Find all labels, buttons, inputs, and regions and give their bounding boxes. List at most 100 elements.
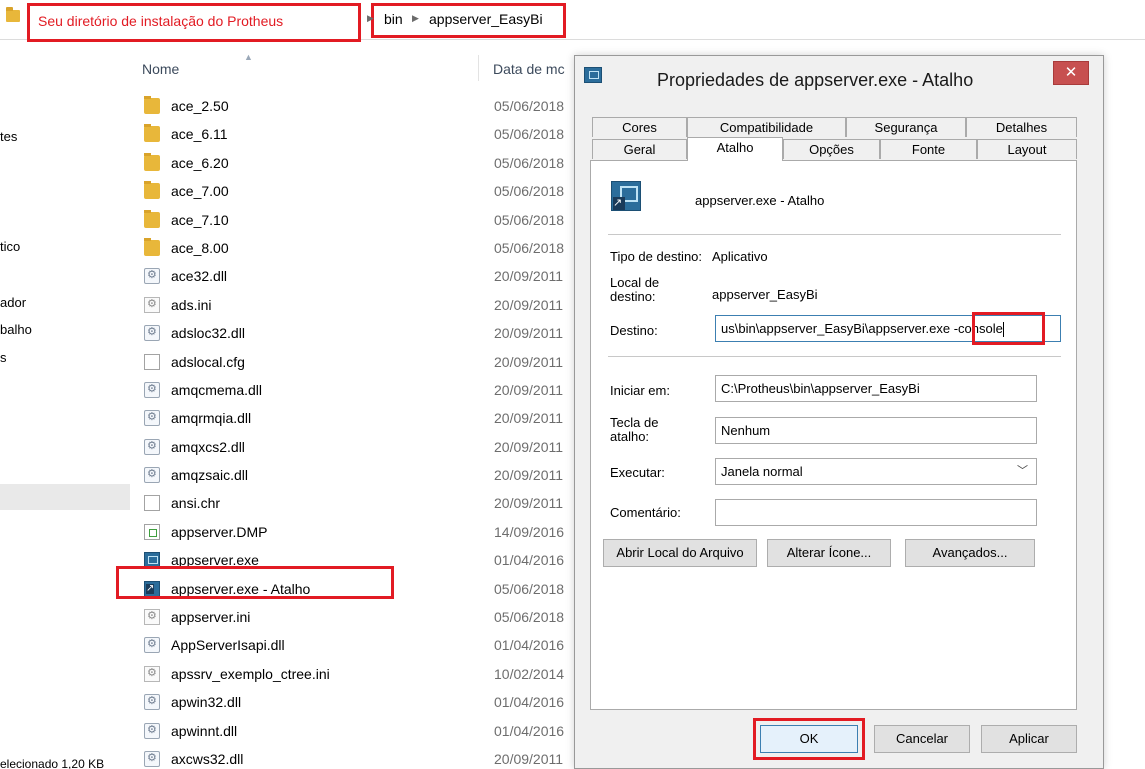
tab-seguranca[interactable]: Segurança [846, 117, 966, 137]
file-name[interactable]: adslocal.cfg [171, 354, 245, 370]
comment-field[interactable] [715, 499, 1037, 526]
dll-icon [144, 438, 160, 455]
file-name[interactable]: ace_2.50 [171, 98, 229, 114]
file-row[interactable]: AppServerIsapi.dll 01/04/2016 [116, 631, 576, 659]
file-row[interactable]: ansi.chr 20/09/2011 [116, 489, 576, 517]
change-icon-button[interactable]: Alterar Ícone... [767, 539, 891, 567]
file-row[interactable]: apwin32.dll 01/04/2016 [116, 688, 576, 716]
file-name[interactable]: apwin32.dll [171, 694, 241, 710]
tab-compatibilidade[interactable]: Compatibilidade [687, 117, 846, 137]
advanced-button[interactable]: Avançados... [905, 539, 1035, 567]
breadcrumb-root[interactable]: Seu diretório de instalação do Protheus [38, 13, 283, 29]
shortcut-name: appserver.exe - Atalho [695, 193, 825, 208]
tab-atalho[interactable]: Atalho [687, 137, 783, 161]
file-row[interactable]: amqcmema.dll 20/09/2011 [116, 376, 576, 404]
file-row[interactable]: ace32.dll 20/09/2011 [116, 262, 576, 290]
tab-cores[interactable]: Cores [592, 117, 687, 137]
file-row[interactable]: appserver.DMP 14/09/2016 [116, 518, 576, 546]
file-name[interactable]: ace_6.20 [171, 155, 229, 171]
file-name[interactable]: adsloc32.dll [171, 325, 245, 341]
file-name[interactable]: amqzsaic.dll [171, 467, 248, 483]
run-select[interactable]: Janela normal ﹀ [715, 458, 1037, 485]
ini-icon [144, 609, 160, 626]
tab-geral[interactable]: Geral [592, 139, 687, 159]
dll-icon [144, 722, 160, 739]
file-name[interactable]: ansi.chr [171, 495, 220, 511]
properties-dialog: Propriedades de appserver.exe - Atalho ✕… [574, 55, 1104, 769]
file-name[interactable]: ace_7.10 [171, 212, 229, 228]
folder-icon [144, 181, 160, 200]
file-name[interactable]: amqcmema.dll [171, 382, 262, 398]
tab-detalhes[interactable]: Detalhes [966, 117, 1077, 137]
file-row[interactable]: ace_2.50 05/06/2018 [116, 92, 576, 120]
file-name[interactable]: apwinnt.dll [171, 723, 237, 739]
dll-icon [144, 325, 160, 342]
file-row[interactable]: appserver.ini 05/06/2018 [116, 603, 576, 631]
file-row[interactable]: ace_7.00 05/06/2018 [116, 177, 576, 205]
file-name[interactable]: ace_6.11 [171, 126, 228, 142]
nav-item[interactable]: balho [0, 322, 32, 337]
shortcut-app-icon [611, 181, 641, 211]
tab-fonte[interactable]: Fonte [880, 139, 977, 159]
target-location-value: appserver_EasyBi [712, 287, 818, 302]
file-row[interactable]: amqrmqia.dll 20/09/2011 [116, 404, 576, 432]
shortcut-app-icon [584, 67, 602, 83]
file-name[interactable]: ace_8.00 [171, 240, 229, 256]
file-date: 01/04/2016 [494, 552, 565, 569]
nav-item[interactable]: ador [0, 295, 26, 310]
start-in-field[interactable]: C:\Protheus\bin\appserver_EasyBi [715, 375, 1037, 402]
column-header-date[interactable]: Data de mc [493, 61, 565, 77]
file-row[interactable]: ace_6.11 05/06/2018 [116, 120, 576, 148]
file-name[interactable]: appserver.ini [171, 609, 250, 625]
target-type-value: Aplicativo [712, 249, 768, 264]
status-bar-text: elecionado 1,20 KB [0, 757, 105, 769]
target-path-text: us\bin\appserver_EasyBi\appserver.exe [721, 321, 951, 336]
file-name[interactable]: amqrmqia.dll [171, 410, 251, 426]
file-date: 05/06/2018 [494, 609, 565, 626]
file-name[interactable]: AppServerIsapi.dll [171, 637, 285, 653]
column-header-name[interactable]: Nome [142, 61, 179, 77]
nav-item[interactable]: tes [0, 129, 17, 144]
column-divider[interactable] [478, 55, 479, 81]
file-row[interactable]: apwinnt.dll 01/04/2016 [116, 717, 576, 745]
folder-icon [144, 152, 160, 171]
file-name[interactable]: ace32.dll [171, 268, 227, 284]
cancel-button[interactable]: Cancelar [874, 725, 970, 753]
file-row[interactable]: ace_7.10 05/06/2018 [116, 206, 576, 234]
close-button[interactable]: ✕ [1053, 61, 1089, 85]
target-type-label: Tipo de destino: [610, 249, 703, 264]
open-file-location-button[interactable]: Abrir Local do Arquivo [603, 539, 757, 567]
folder-icon [144, 237, 160, 256]
tab-layout[interactable]: Layout [977, 139, 1077, 159]
nav-selected-item[interactable] [0, 484, 130, 510]
shortcut-key-value: Nenhum [721, 423, 771, 438]
file-row[interactable]: amqxcs2.dll 20/09/2011 [116, 433, 576, 461]
chevron-right-icon[interactable]: ▶ [412, 13, 419, 24]
file-row[interactable]: ace_6.20 05/06/2018 [116, 149, 576, 177]
file-name[interactable]: ace_7.00 [171, 183, 229, 199]
file-name[interactable]: appserver.DMP [171, 524, 267, 540]
file-row[interactable]: ads.ini 20/09/2011 [116, 291, 576, 319]
shortcut-key-field[interactable]: Nenhum [715, 417, 1037, 444]
file-row[interactable]: adslocal.cfg 20/09/2011 [116, 348, 576, 376]
file-row[interactable]: axcws32.dll 20/09/2011 [116, 745, 576, 769]
breadcrumb-bin[interactable]: bin [384, 11, 403, 27]
breadcrumb-appserver-easybi[interactable]: appserver_EasyBi [429, 11, 543, 27]
nav-item[interactable]: s [0, 350, 7, 365]
file-name[interactable]: amqxcs2.dll [171, 439, 245, 455]
folder-icon [144, 124, 160, 143]
apply-button[interactable]: Aplicar [981, 725, 1077, 753]
file-row[interactable]: adsloc32.dll 20/09/2011 [116, 319, 576, 347]
comment-label: Comentário: [610, 505, 681, 520]
file-row[interactable]: ace_8.00 05/06/2018 [116, 234, 576, 262]
address-bar[interactable]: Seu diretório de instalação do Protheus … [0, 0, 1145, 42]
file-name[interactable]: axcws32.dll [171, 751, 243, 767]
file-name[interactable]: apssrv_exemplo_ctree.ini [171, 666, 330, 682]
chevron-right-icon[interactable]: ▶ [367, 13, 374, 24]
nav-item[interactable]: tico [0, 239, 20, 254]
file-name[interactable]: ads.ini [171, 297, 211, 313]
tab-opcoes[interactable]: Opções [783, 139, 880, 159]
ok-button-highlight [753, 718, 865, 760]
file-row[interactable]: amqzsaic.dll 20/09/2011 [116, 461, 576, 489]
file-row[interactable]: apssrv_exemplo_ctree.ini 10/02/2014 [116, 660, 576, 688]
